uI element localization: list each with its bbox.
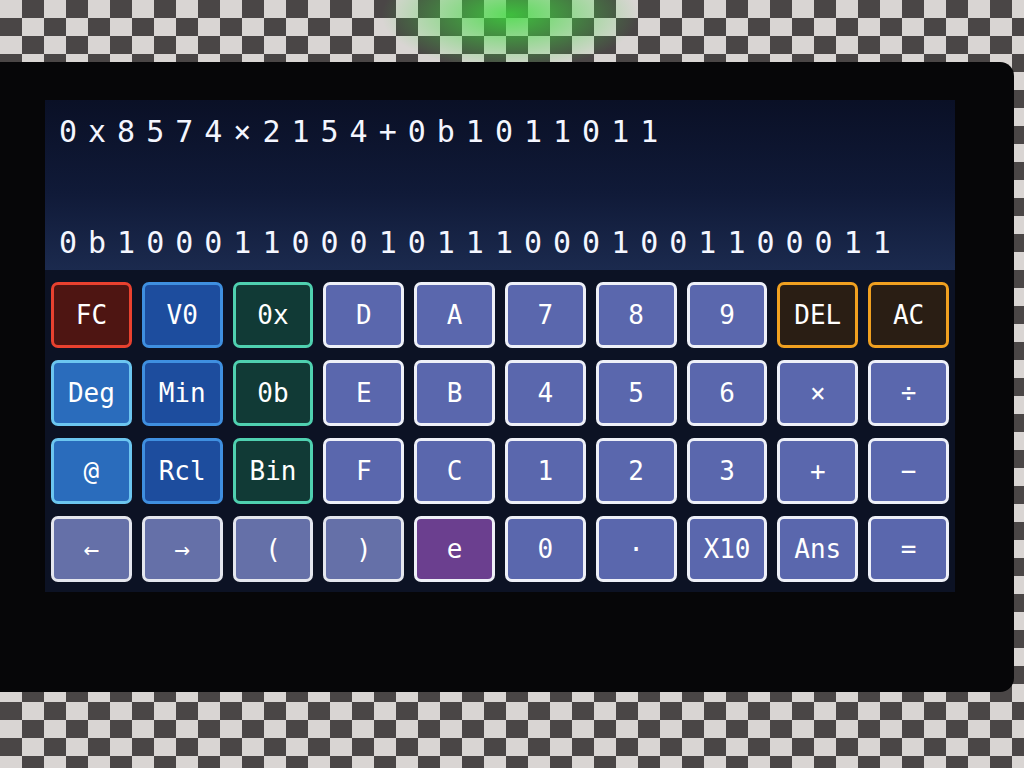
calc-key[interactable]: e [414, 516, 495, 582]
calc-key[interactable]: V0 [142, 282, 223, 348]
calc-key[interactable]: → [142, 516, 223, 582]
calc-key[interactable]: X10 [687, 516, 768, 582]
calc-key[interactable]: 5 [596, 360, 677, 426]
calc-key[interactable]: ← [51, 516, 132, 582]
calc-key[interactable]: 0b [233, 360, 314, 426]
calc-key[interactable]: × [777, 360, 858, 426]
calculator-screen: 0x8574×2154+0b1011011 0b10001100010111000… [45, 100, 955, 592]
calc-key[interactable]: 3 [687, 438, 768, 504]
display: 0x8574×2154+0b1011011 0b10001100010111000… [45, 100, 955, 270]
photo-backdrop: 0x8574×2154+0b1011011 0b10001100010111000… [0, 0, 1024, 768]
calc-key[interactable]: 0x [233, 282, 314, 348]
calc-key[interactable]: · [596, 516, 677, 582]
calc-key[interactable]: 6 [687, 360, 768, 426]
calc-key[interactable]: B [414, 360, 495, 426]
calc-key[interactable]: D [323, 282, 404, 348]
expression: 0x8574×2154+0b1011011 [59, 112, 941, 151]
calc-key[interactable]: Ans [777, 516, 858, 582]
result: 0b100011000101110001001100011 [59, 223, 941, 262]
calc-key[interactable]: 0 [505, 516, 586, 582]
calc-key[interactable]: 4 [505, 360, 586, 426]
calc-key[interactable]: 2 [596, 438, 677, 504]
calc-key[interactable]: Min [142, 360, 223, 426]
calc-key[interactable]: Bin [233, 438, 314, 504]
calc-key[interactable]: DEL [777, 282, 858, 348]
calc-key[interactable]: ÷ [868, 360, 949, 426]
calc-key[interactable]: Deg [51, 360, 132, 426]
device-bezel: 0x8574×2154+0b1011011 0b10001100010111000… [0, 62, 1014, 692]
calc-key[interactable]: Rcl [142, 438, 223, 504]
calc-key[interactable]: F [323, 438, 404, 504]
calc-key[interactable]: − [868, 438, 949, 504]
calc-key[interactable]: ( [233, 516, 314, 582]
calc-key[interactable]: AC [868, 282, 949, 348]
calc-key[interactable]: E [323, 360, 404, 426]
calc-key[interactable]: ) [323, 516, 404, 582]
calc-key[interactable]: + [777, 438, 858, 504]
calc-key[interactable]: = [868, 516, 949, 582]
calc-key[interactable]: @ [51, 438, 132, 504]
calc-key[interactable]: 7 [505, 282, 586, 348]
calc-key[interactable]: FC [51, 282, 132, 348]
led-glow [380, 0, 640, 70]
calc-key[interactable]: C [414, 438, 495, 504]
keypad: FCV00xDA789DELACDegMin0bEB456×÷@RclBinFC… [45, 270, 955, 592]
calc-key[interactable]: 9 [687, 282, 768, 348]
calc-key[interactable]: 8 [596, 282, 677, 348]
calc-key[interactable]: 1 [505, 438, 586, 504]
calc-key[interactable]: A [414, 282, 495, 348]
